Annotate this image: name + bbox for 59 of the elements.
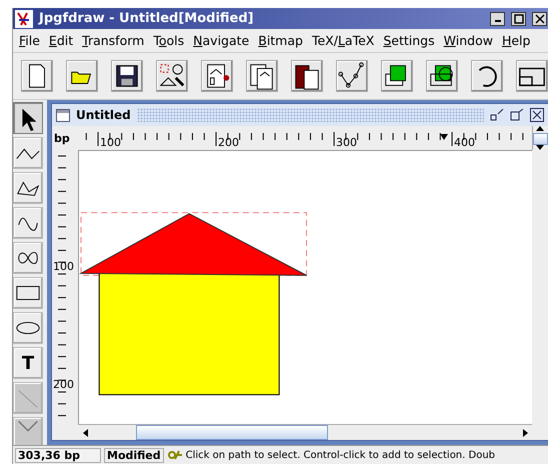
- ruler-label: 400: [454, 136, 476, 149]
- horizontal-scroll-thumb[interactable]: [136, 425, 328, 440]
- modified-status: Modified: [104, 448, 164, 462]
- menu-item[interactable]: Navigate: [193, 33, 250, 48]
- rotate-button[interactable]: [471, 60, 503, 92]
- position-marker-icon: [440, 134, 448, 140]
- rectangle-tool[interactable]: [13, 277, 43, 309]
- minimize-icon: [494, 20, 500, 22]
- window-title: Jpgfdraw - Untitled[Modified]: [39, 11, 255, 26]
- ellipse-tool[interactable]: [13, 312, 43, 344]
- text-tool[interactable]: T: [13, 347, 43, 379]
- curve-tool[interactable]: [13, 207, 43, 239]
- close-button[interactable]: [532, 12, 547, 26]
- unit-label: bp: [53, 131, 71, 147]
- ruler-label: 100: [53, 260, 74, 273]
- close-icon[interactable]: [530, 108, 544, 122]
- ruler-label: 200: [53, 378, 74, 391]
- menu-item[interactable]: File: [19, 33, 40, 48]
- ruler-label: 100: [100, 136, 122, 149]
- position-readout: 303,36 bp: [15, 448, 101, 462]
- closed-tool[interactable]: [13, 172, 43, 204]
- new-button[interactable]: [21, 60, 53, 92]
- ruler-label: 200: [218, 136, 240, 149]
- tool-hint-icon: [166, 448, 183, 462]
- menu-item[interactable]: TeX/LaTeX: [312, 33, 374, 48]
- save-button[interactable]: [111, 60, 143, 92]
- back-button[interactable]: [426, 60, 458, 92]
- vertical-scroll-thumb[interactable]: [533, 133, 548, 145]
- loop-tool[interactable]: [13, 242, 43, 274]
- minimize-icon[interactable]: [490, 109, 504, 121]
- app-logo-icon: [15, 10, 33, 28]
- copy-button[interactable]: [246, 60, 278, 92]
- close-icon: [534, 14, 544, 24]
- ruler-label: 300: [336, 136, 358, 149]
- window-icon: [56, 108, 70, 122]
- menu-item[interactable]: Bitmap: [258, 33, 303, 48]
- reduce-button[interactable]: [516, 60, 548, 92]
- document-title: Untitled: [76, 108, 131, 122]
- menu-item[interactable]: Help: [502, 33, 530, 48]
- menu-item[interactable]: Window: [444, 33, 493, 48]
- edit-path-button[interactable]: [336, 60, 368, 92]
- paste-button[interactable]: [291, 60, 323, 92]
- house-wall[interactable]: [98, 272, 280, 396]
- menu-item[interactable]: Transform: [82, 33, 144, 48]
- front-button[interactable]: [381, 60, 413, 92]
- status-message: Click on path to select. Control-click to add to selection. Doub: [186, 450, 496, 460]
- maximize-button[interactable]: [511, 12, 526, 26]
- cut-button[interactable]: [201, 60, 233, 92]
- minimize-button[interactable]: [490, 12, 505, 26]
- menu-item[interactable]: Edit: [48, 33, 74, 48]
- select-all-button[interactable]: [156, 60, 188, 92]
- open-button[interactable]: [66, 60, 98, 92]
- maximize-icon[interactable]: [510, 109, 524, 121]
- polyline-tool[interactable]: [13, 137, 43, 169]
- maximize-icon: [514, 14, 524, 24]
- select-tool[interactable]: [13, 102, 43, 134]
- drawing-canvas[interactable]: [78, 150, 532, 424]
- menu-item[interactable]: Settings: [383, 33, 435, 48]
- menu-item[interactable]: Tools: [153, 33, 184, 48]
